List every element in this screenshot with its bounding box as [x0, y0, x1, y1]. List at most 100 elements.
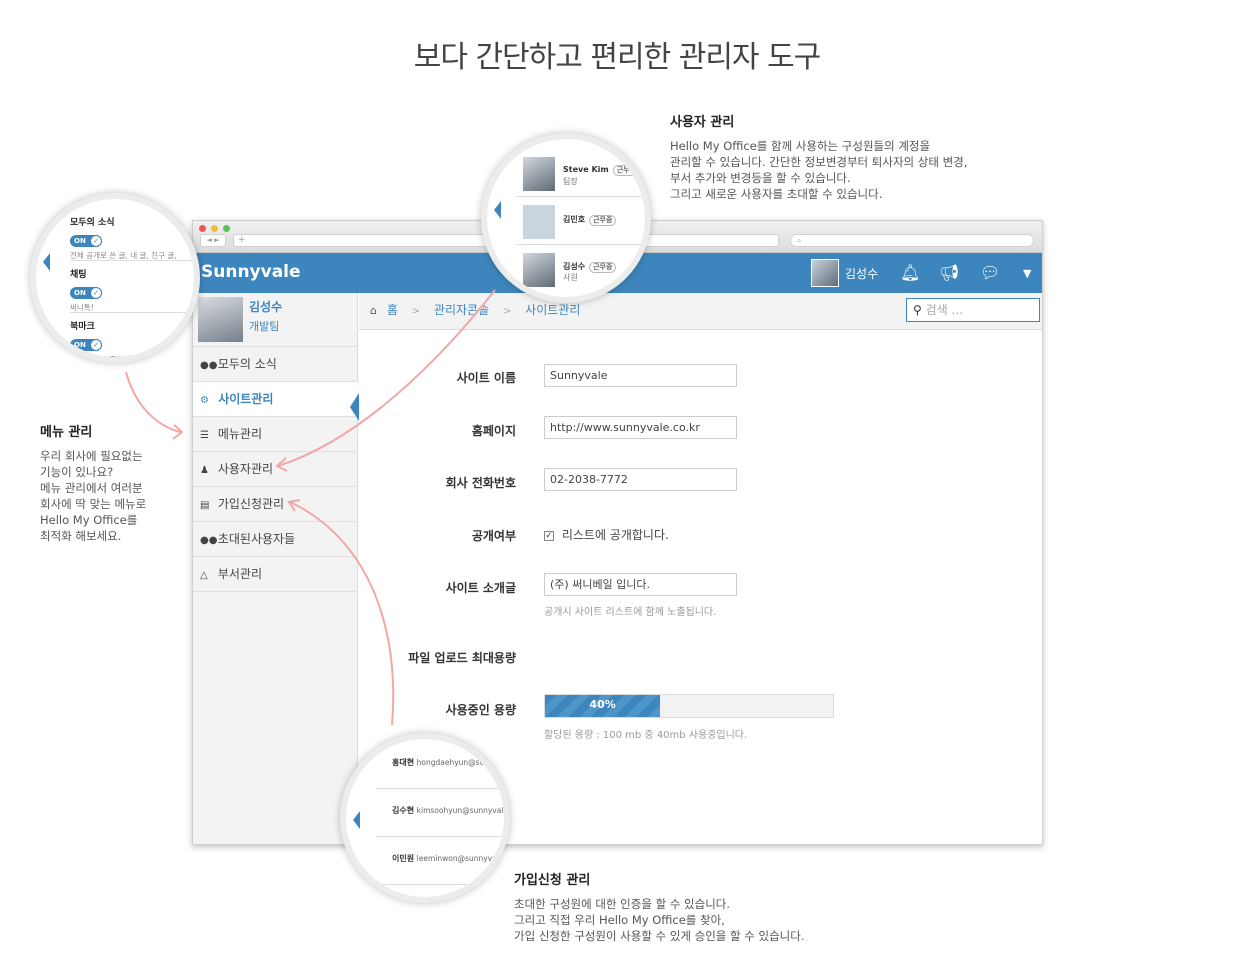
topbar-username[interactable]: 김성수: [845, 265, 878, 282]
check-icon: ✓: [90, 339, 102, 351]
sidebar-item-label: 메뉴관리: [217, 427, 262, 441]
gear-icon: ⚙︎: [200, 395, 209, 406]
user-role: 사원: [563, 273, 578, 282]
menu-mgmt-title: 메뉴 관리: [40, 425, 93, 440]
user-row[interactable]: 김민호 근무중: [517, 199, 645, 245]
site-name-label: 사이트 이름: [456, 371, 516, 385]
toggle-label: ON: [74, 341, 86, 349]
megaphone-icon[interactable]: 📢︎: [939, 263, 959, 282]
signup-line: 홍대현 hongdaehyun@su: [392, 757, 484, 768]
sidebar-item-label: 초대된사용자들: [217, 532, 296, 546]
intro-label: 사이트 소개글: [445, 581, 516, 595]
menu-zoom-circle: 모두의 소식 ON ✓ 전체 공개로 쓴 글, 내 글, 친구 글, 채팅 ON ✓…: [30, 193, 200, 363]
search-input[interactable]: ⚲ 검색 ...: [906, 298, 1040, 322]
toggle-label: ON: [74, 237, 86, 245]
close-dot[interactable]: [199, 225, 206, 232]
avatar: [523, 205, 555, 239]
sidebar-item-user-admin[interactable]: ♟︎ 사용자관리: [193, 452, 358, 487]
home-icon[interactable]: ⌂: [370, 304, 377, 317]
homepage-label: 홈페이지: [471, 424, 516, 438]
user-name: 김성수: [563, 262, 586, 271]
menu-mgmt-note: 메뉴 관리 우리 회사에 필요없는 기능이 있나요? 메뉴 관리에서 여러분 회…: [40, 421, 180, 544]
card-icon: ▤: [200, 500, 210, 511]
user-row[interactable]: Steve Kim 근무중 팀장: [517, 149, 645, 197]
signup-mgmt-body: 초대한 구성원에 대한 인증을 할 수 있습니다. 그리고 직접 우리 Hell…: [514, 897, 805, 943]
signup-row[interactable]: 이민원 leeminwon@sunnyva: [376, 839, 504, 885]
sidebar: 김성수 개발팀 ●● 모두의 소식 ⚙︎ 사이트관리 ☰ 메뉴관리 ♟︎ 사용자…: [193, 293, 359, 844]
sidebar-item-site-admin[interactable]: ⚙︎ 사이트관리: [193, 382, 359, 421]
chat-icon[interactable]: 💬︎: [980, 263, 1000, 282]
phone-input[interactable]: 02-2038-7772: [544, 468, 737, 491]
signup-row[interactable]: 김수현 kimsoohyun@sunnyvale: [376, 791, 504, 837]
signup-name: 이민원: [392, 854, 415, 863]
sidebar-item-invited-users[interactable]: ●● 초대된사용자들: [193, 522, 358, 557]
back-forward-buttons[interactable]: ◄ ►: [200, 234, 226, 247]
search-icon: ⌕: [797, 236, 802, 245]
sidebar-item-label: 부서관리: [217, 567, 262, 581]
signup-row[interactable]: 홍대현 hongdaehyun@su: [376, 743, 504, 789]
sidebar-item-news[interactable]: ●● 모두의 소식: [193, 347, 358, 382]
avatar[interactable]: [811, 259, 839, 287]
signup-line: 이민원 leeminwon@sunnyva: [392, 853, 497, 864]
sidebar-item-department[interactable]: △ 부서관리: [193, 557, 358, 592]
user-row[interactable]: 김성수 근무중 사원: [517, 247, 645, 293]
chevron-right-icon: >: [502, 306, 512, 317]
menu-toggle-item: 북마크 ON ✓ 회원 각자가 즐겨찾는 콘: [70, 319, 194, 357]
avatar: [523, 157, 555, 191]
public-label: 공개여부: [471, 529, 516, 543]
breadcrumb-site-admin[interactable]: 사이트관리: [525, 303, 580, 317]
on-toggle[interactable]: ON ✓: [70, 235, 102, 247]
intro-input[interactable]: (주) 써니베일 입니다.: [544, 573, 737, 596]
sidebar-profile: 김성수 개발팀: [193, 293, 358, 347]
status-badge: 근무중: [589, 262, 617, 273]
status-badge: 근무중: [612, 165, 641, 176]
profile-photo[interactable]: [198, 297, 243, 342]
browser-search-bar[interactable]: ⌕: [790, 234, 1034, 247]
site-name-input[interactable]: Sunnyvale: [544, 364, 737, 387]
signup-email: hongdaehyun@su: [416, 758, 485, 767]
brand-logo[interactable]: Sunnyvale: [201, 262, 301, 282]
checkbox-icon[interactable]: ✓: [544, 530, 554, 541]
sidebar-item-label: 사이트관리: [218, 392, 274, 406]
profile-name[interactable]: 김성수: [249, 298, 282, 315]
sidebar-item-label: 가입신청관리: [217, 497, 285, 511]
signup-name: 김수현: [392, 806, 415, 815]
check-icon: ✓: [90, 235, 102, 247]
on-toggle[interactable]: ON ✓: [70, 287, 102, 299]
usage-progress-bar: 40%: [544, 694, 834, 718]
on-toggle[interactable]: ON ✓: [70, 339, 102, 351]
menu-toggle-item: 채팅 ON ✓ 써니톡!: [70, 267, 194, 313]
active-pointer: [43, 253, 50, 271]
toggle-label: ON: [74, 289, 86, 297]
signup-name: 홍대현: [392, 758, 415, 767]
minimize-dot[interactable]: [211, 225, 218, 232]
public-checkbox-row[interactable]: ✓ 리스트에 공개합니다.: [544, 526, 669, 543]
caret-down-icon[interactable]: ▼: [1023, 267, 1031, 280]
usage-progress-fill: 40%: [545, 695, 661, 717]
user-mgmt-title: 사용자 관리: [670, 115, 735, 130]
breadcrumb-console[interactable]: 관리자콘솔: [434, 303, 489, 317]
usage-help: 할당된 용량 : 100 mb 중 40mb 사용중입니다.: [544, 730, 748, 741]
active-pointer: [494, 201, 501, 219]
signup-email: leeminwon@sunnyva: [416, 854, 497, 863]
menu-toggle-title: 모두의 소식: [70, 218, 115, 228]
breadcrumb-home[interactable]: 홈: [387, 303, 398, 317]
users-icon: ●●: [200, 535, 218, 546]
search-icon: ⚲: [913, 303, 922, 317]
bell-icon[interactable]: 🔔︎: [900, 263, 920, 282]
menu-toggle-title: 채팅: [70, 270, 87, 280]
list-icon: ☰: [200, 430, 209, 441]
sidebar-item-label: 사용자관리: [217, 462, 274, 476]
sidebar-item-menu-admin[interactable]: ☰ 메뉴관리: [193, 417, 358, 452]
public-checkbox-label: 리스트에 공개합니다.: [561, 528, 669, 542]
signup-mgmt-note: 가입신청 관리 초대한 구성원에 대한 인증을 할 수 있습니다. 그리고 직접…: [514, 869, 914, 944]
intro-help: 공개시 사이트 리스트에 함께 노출됩니다.: [544, 607, 717, 618]
sidebar-item-signup-admin[interactable]: ▤ 가입신청관리: [193, 487, 358, 522]
signup-line: 김수현 kimsoohyun@sunnyvale: [392, 805, 504, 816]
signup-zoom-circle: 홍대현 hongdaehyun@su 김수현 kimsoohyun@sunnyv…: [340, 733, 510, 903]
homepage-input[interactable]: http://www.sunnyvale.co.kr: [544, 416, 737, 439]
maximize-dot[interactable]: [223, 225, 230, 232]
phone-label: 회사 전화번호: [445, 476, 516, 490]
menu-mgmt-body: 우리 회사에 필요없는 기능이 있나요? 메뉴 관리에서 여러분 회사에 딱 맞…: [40, 449, 147, 543]
user-mgmt-body: Hello My Office를 함께 사용하는 구성원들의 계정을 관리할 수…: [670, 139, 968, 201]
